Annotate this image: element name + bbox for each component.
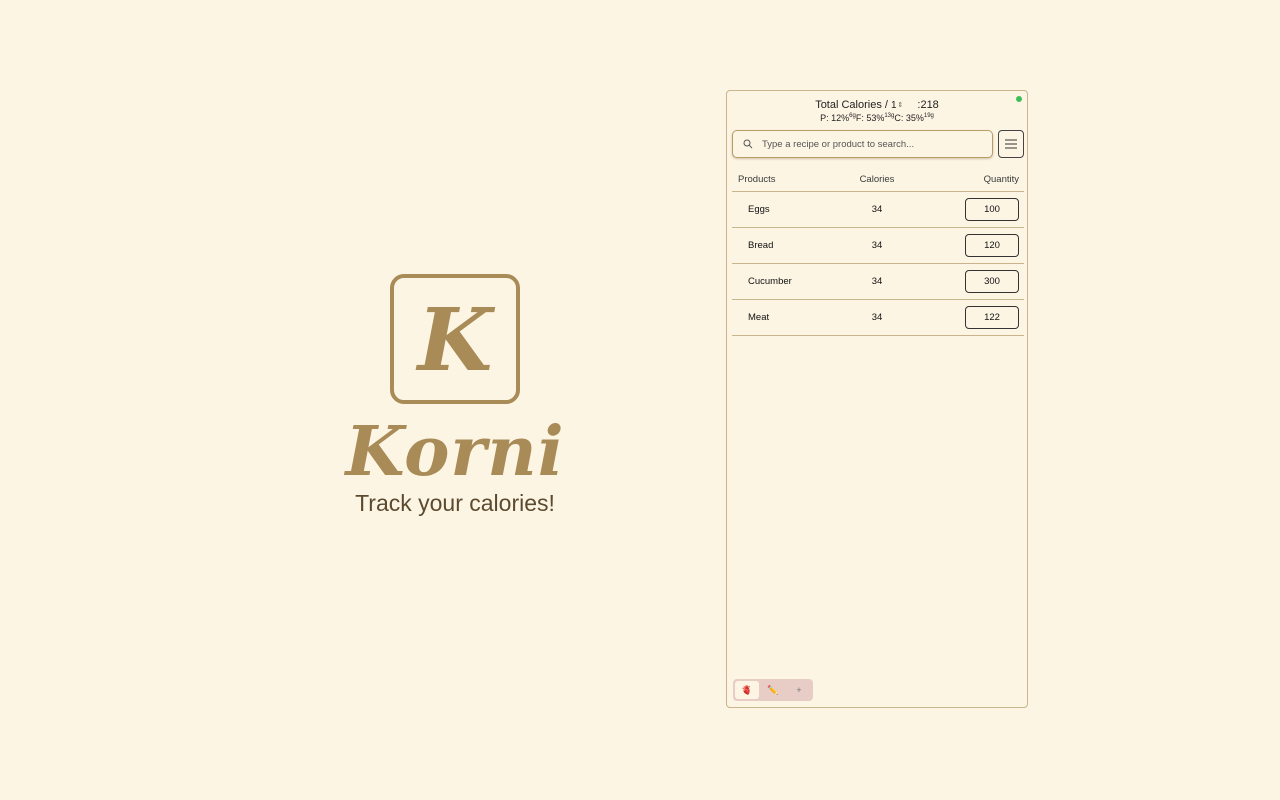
total-calories-line: Total Calories / 1 ⇕ :218 [727, 99, 1027, 111]
carbs-grams: 19g [923, 113, 934, 119]
table-row: Eggs 34 [732, 192, 1024, 228]
product-name: Bread [748, 240, 774, 251]
portion-value: 1 [890, 99, 897, 111]
search-icon [743, 139, 753, 149]
add-tab-button[interactable]: + [787, 681, 811, 699]
table-row: Cucumber 34 [732, 264, 1024, 300]
product-calories: 34 [871, 204, 883, 215]
select-arrows-icon: ⇕ [897, 101, 904, 109]
logo-letter: K [417, 290, 493, 391]
tab-bar: 🫀 ✏️ + [733, 679, 813, 701]
product-calories: 34 [871, 276, 883, 287]
carbs-label: C: 35% [894, 113, 924, 123]
protein-label: P: 12% [820, 113, 850, 123]
menu-button[interactable] [998, 130, 1024, 158]
quantity-input[interactable] [965, 198, 1019, 221]
protein-grams: 6g [849, 113, 856, 119]
macros-line: P: 12%6gF: 53%13gC: 35%19g [727, 113, 1027, 123]
total-calories-label: Total Calories / [815, 99, 888, 111]
brand-block: K Korni Track your calories! [330, 274, 580, 517]
hamburger-icon [1005, 139, 1017, 149]
header-products: Products [738, 173, 776, 185]
calorie-panel: Total Calories / 1 ⇕ :218 P: 12%6gF: 53%… [726, 90, 1028, 708]
products-table: Products Calories Quantity Eggs 34 Bread… [732, 167, 1024, 336]
product-name: Eggs [748, 204, 770, 215]
table-header: Products Calories Quantity [732, 167, 1024, 192]
tab-pencil[interactable]: ✏️ [761, 681, 785, 699]
plus-icon: + [796, 685, 802, 695]
fat-label: F: 53% [855, 113, 885, 123]
table-row: Meat 34 [732, 300, 1024, 336]
search-input[interactable] [760, 137, 984, 151]
product-name: Meat [748, 312, 770, 323]
product-calories: 34 [871, 312, 883, 323]
quantity-input[interactable] [965, 270, 1019, 293]
heart-icon: 🫀 [741, 684, 753, 695]
search-box[interactable] [732, 130, 993, 158]
header-calories: Calories [859, 173, 895, 185]
search-row [732, 130, 1024, 160]
totals-header: Total Calories / 1 ⇕ :218 P: 12%6gF: 53%… [727, 99, 1027, 123]
product-name: Cucumber [748, 276, 792, 287]
pencil-icon: ✏️ [767, 684, 779, 695]
brand-tagline: Track your calories! [355, 490, 555, 516]
quantity-input[interactable] [965, 234, 1019, 257]
header-quantity: Quantity [983, 173, 1019, 185]
quantity-input[interactable] [965, 306, 1019, 329]
portion-select[interactable]: 1 ⇕ [891, 100, 903, 111]
app-canvas: K Korni Track your calories! Total Calor… [0, 0, 1280, 800]
table-row: Bread 34 [732, 228, 1024, 264]
total-calories-value: :218 [917, 99, 939, 111]
tab-heart[interactable]: 🫀 [735, 681, 759, 699]
fat-grams: 13g [884, 113, 895, 119]
brand-name: Korni [345, 412, 565, 492]
korni-logo: K [390, 274, 520, 404]
product-calories: 34 [871, 240, 883, 251]
